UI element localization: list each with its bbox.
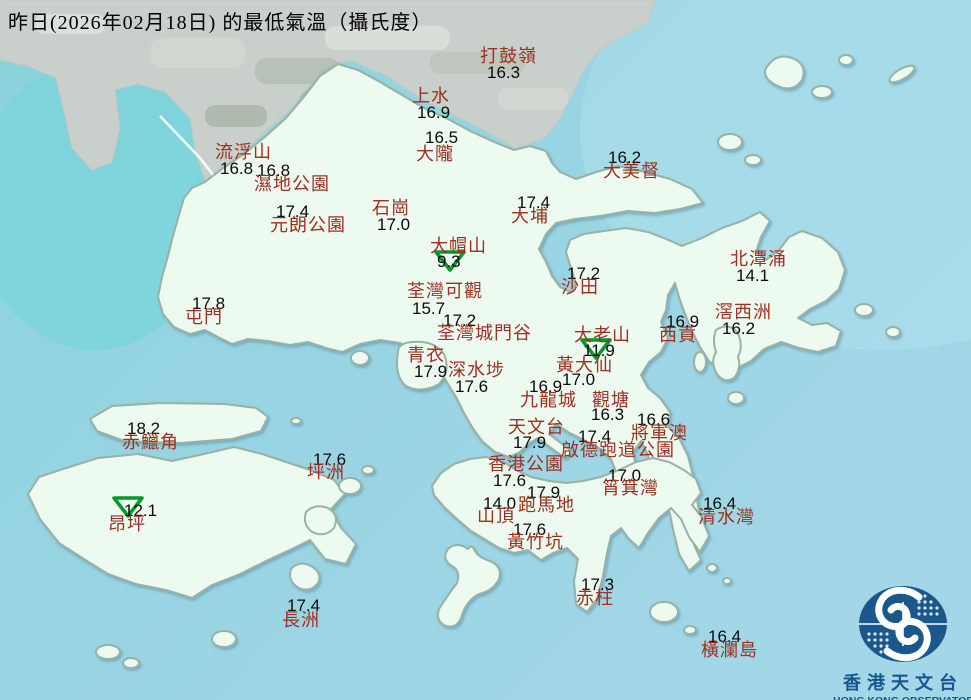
station-value-label: 14.1 bbox=[736, 266, 770, 285]
station-name-label: 北潭涌 bbox=[730, 249, 787, 269]
station-labels-layer: 16.3 打鼓嶺 16.9 上水 16.5 大隴 16.8 流浮山 16.8 濕地公園 17.4 元朗… bbox=[0, 0, 971, 700]
station-value-label: 16.9 bbox=[417, 103, 451, 122]
hko-logo-icon bbox=[859, 586, 947, 662]
station-value-label: 15.7 bbox=[412, 299, 446, 318]
station-name-label: 上水 bbox=[412, 86, 450, 106]
station-name-label: 西貢 bbox=[659, 325, 697, 345]
station-value-label: 16.2 bbox=[722, 319, 756, 338]
station-name-label: 元朗公園 bbox=[270, 215, 346, 235]
station-name-label: 黃大仙 bbox=[556, 355, 613, 375]
station-name-label: 清水灣 bbox=[698, 507, 755, 527]
station-name-label: 屯門 bbox=[185, 307, 223, 327]
station-name-label: 黃竹坑 bbox=[507, 532, 564, 552]
station-value-label: 17.9 bbox=[414, 362, 448, 381]
station-name-label: 大帽山 bbox=[430, 236, 487, 256]
station-name-label: 青衣 bbox=[407, 345, 445, 365]
station-name-label: 打鼓嶺 bbox=[480, 46, 537, 66]
station-name-label: 天文台 bbox=[508, 417, 565, 437]
station-name-label: 沙田 bbox=[561, 277, 599, 297]
station-name-label: 赤鱲角 bbox=[122, 432, 179, 452]
station-name-label: 大老山 bbox=[574, 325, 631, 345]
station-name-label: 大隴 bbox=[416, 144, 454, 164]
station-name-label: 啟德跑道公園 bbox=[561, 440, 675, 460]
hko-logo-name-en: HONG KONG OBSERVATORY bbox=[833, 695, 971, 700]
station-name-label: 滘西洲 bbox=[715, 302, 772, 322]
station-name-label: 大美督 bbox=[603, 161, 660, 181]
station-name-label: 九龍城 bbox=[520, 390, 577, 410]
station-value-label: 17.0 bbox=[377, 215, 411, 234]
hko-logo: 香港天文台 HONG KONG OBSERVATORY bbox=[833, 582, 971, 700]
station-name-label: 筲箕灣 bbox=[602, 478, 659, 498]
station-name-label: 跑馬地 bbox=[518, 495, 575, 515]
station-name-label: 深水埗 bbox=[448, 360, 505, 380]
station-name-label: 流浮山 bbox=[215, 142, 272, 162]
station-name-label: 荃灣可觀 bbox=[407, 281, 483, 301]
station-name-label: 山頂 bbox=[477, 506, 515, 526]
station-name-label: 坪洲 bbox=[307, 462, 345, 482]
station-name-label: 赤柱 bbox=[576, 588, 614, 608]
station-value-label: 17.6 bbox=[493, 471, 527, 490]
station-name-label: 濕地公園 bbox=[254, 174, 330, 194]
station-name-label: 橫瀾島 bbox=[701, 640, 758, 660]
hko-logo-name-cn: 香港天文台 bbox=[843, 673, 963, 693]
station-value-label: 17.6 bbox=[455, 377, 489, 396]
station-name-label: 大埔 bbox=[511, 206, 549, 226]
hko-min-temp-map: 昨日(2026年02月18日) 的最低氣溫（攝氏度） 16.3 打鼓嶺 16.9 上水… bbox=[0, 0, 971, 700]
station-value-label: 16.3 bbox=[487, 63, 521, 82]
station-name-label: 長洲 bbox=[282, 610, 320, 630]
station-value-label: 16.8 bbox=[220, 159, 254, 178]
station-name-label: 香港公園 bbox=[488, 454, 564, 474]
station-name-label: 荃灣城門谷 bbox=[437, 323, 532, 343]
station-name-label: 昂坪 bbox=[108, 514, 146, 534]
station-name-label: 觀塘 bbox=[592, 390, 630, 410]
station-name-label: 石崗 bbox=[372, 198, 410, 218]
